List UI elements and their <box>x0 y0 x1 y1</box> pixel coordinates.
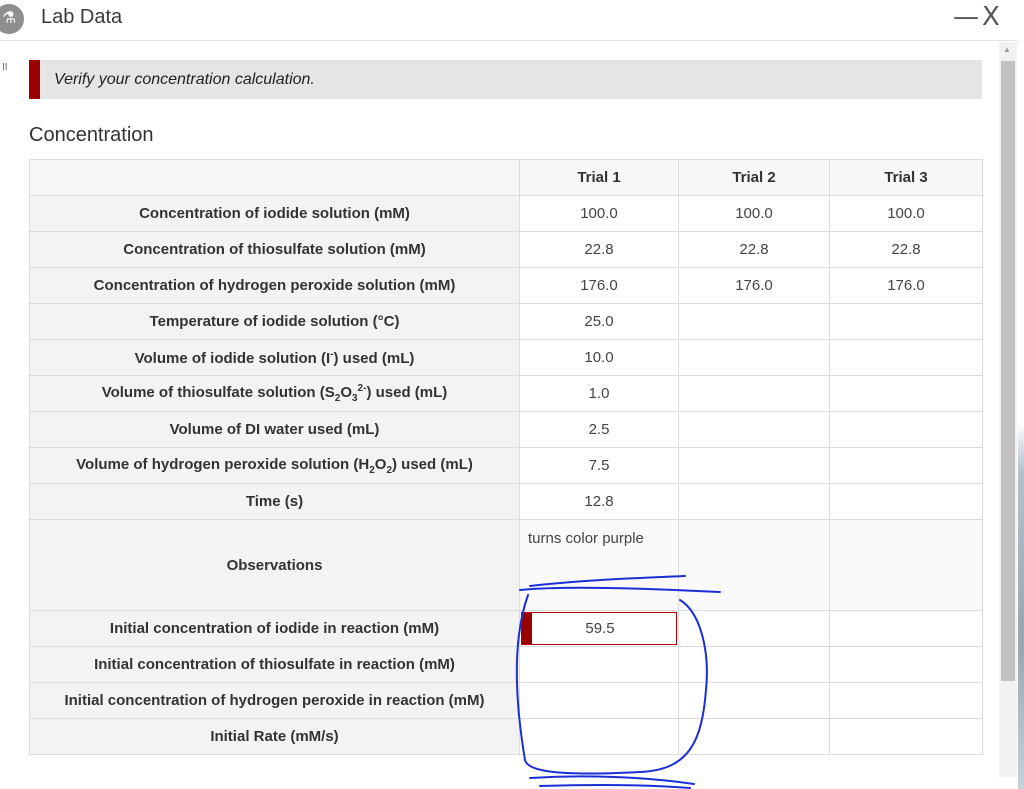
table-row: Observations turns color purple <box>29 519 983 611</box>
column-header: Trial 1 <box>519 159 679 196</box>
input-cell[interactable] <box>678 610 830 647</box>
answer-cell: 59.5 <box>519 610 679 647</box>
answer-value: 59.5 <box>585 620 615 637</box>
input-cell[interactable] <box>678 646 830 683</box>
close-button[interactable]: X <box>982 2 1000 32</box>
observations-textarea[interactable] <box>829 519 983 611</box>
lab-data-table: Trial 1 Trial 2 Trial 3 Concentration of… <box>29 159 983 755</box>
table-row: Volume of hydrogen peroxide solution (H2… <box>29 447 983 484</box>
row-label: Concentration of thiosulfate solution (m… <box>29 231 520 268</box>
table-row: Temperature of iodide solution (°C) 25.0 <box>29 303 983 340</box>
table-cell: 100.0 <box>519 195 679 232</box>
table-row: Concentration of thiosulfate solution (m… <box>29 231 983 268</box>
alert-banner: Verify your concentration calculation. <box>29 60 982 99</box>
column-header: Trial 3 <box>829 159 983 196</box>
table-cell: 22.8 <box>678 231 830 268</box>
observations-textarea[interactable]: turns color purple <box>519 519 679 611</box>
answer-input[interactable]: 59.5 <box>521 612 677 645</box>
input-cell[interactable] <box>678 411 830 448</box>
table-row: Concentration of iodide solution (mM) 10… <box>29 195 983 232</box>
table-cell: 7.5 <box>519 447 679 484</box>
table-row: Initial concentration of hydrogen peroxi… <box>29 682 983 719</box>
scroll-up-arrow-icon[interactable]: ▲ <box>1003 45 1011 54</box>
table-row: Initial concentration of thiosulfate in … <box>29 646 983 683</box>
observations-textarea[interactable] <box>678 519 830 611</box>
table-row: Concentration of hydrogen peroxide solut… <box>29 267 983 304</box>
row-label: Time (s) <box>29 483 520 520</box>
lab-data-window: ⚗ Lab Data — X II ▲ Verify your concentr… <box>0 0 1018 789</box>
input-cell[interactable] <box>678 303 830 340</box>
input-cell[interactable] <box>678 718 830 755</box>
row-label: Volume of iodide solution (I-) used (mL) <box>29 339 520 376</box>
header-empty <box>29 159 520 196</box>
table-row: Initial concentration of iodide in react… <box>29 610 983 647</box>
input-cell[interactable] <box>519 646 679 683</box>
input-cell[interactable] <box>678 682 830 719</box>
input-cell[interactable] <box>829 646 983 683</box>
input-cell[interactable] <box>829 411 983 448</box>
section-title: Concentration <box>29 124 154 146</box>
row-label: Temperature of iodide solution (°C) <box>29 303 520 340</box>
window-title: Lab Data <box>41 6 123 28</box>
table-cell: 100.0 <box>829 195 983 232</box>
input-cell[interactable] <box>829 303 983 340</box>
input-cell[interactable] <box>829 610 983 647</box>
minimize-button[interactable]: — <box>953 2 979 32</box>
table-cell: 2.5 <box>519 411 679 448</box>
table-cell: 10.0 <box>519 339 679 376</box>
table-cell: 100.0 <box>678 195 830 232</box>
column-header: Trial 2 <box>678 159 830 196</box>
alert-message: Verify your concentration calculation. <box>54 71 315 88</box>
title-bar: ⚗ Lab Data — X <box>0 0 1018 41</box>
table-cell: 22.8 <box>829 231 983 268</box>
input-cell[interactable] <box>829 375 983 412</box>
table-cell: 25.0 <box>519 303 679 340</box>
input-cell[interactable] <box>829 339 983 376</box>
input-cell[interactable] <box>678 375 830 412</box>
input-cell[interactable] <box>678 447 830 484</box>
alert-flag <box>29 60 40 99</box>
table-row: Initial Rate (mM/s) <box>29 718 983 755</box>
table-row: Time (s) 12.8 <box>29 483 983 520</box>
input-cell[interactable] <box>519 682 679 719</box>
input-cell[interactable] <box>519 718 679 755</box>
table-cell: 176.0 <box>678 267 830 304</box>
input-cell[interactable] <box>678 483 830 520</box>
table-cell: 176.0 <box>829 267 983 304</box>
table-cell: 1.0 <box>519 375 679 412</box>
table-cell: 176.0 <box>519 267 679 304</box>
row-label: Observations <box>29 519 520 611</box>
input-cell[interactable] <box>829 483 983 520</box>
row-label: Volume of thiosulfate solution (S2O32-) … <box>29 375 520 412</box>
row-label: Concentration of hydrogen peroxide solut… <box>29 267 520 304</box>
row-label: Initial Rate (mM/s) <box>29 718 520 755</box>
row-label: Initial concentration of iodide in react… <box>29 610 520 647</box>
row-label: Initial concentration of hydrogen peroxi… <box>29 682 520 719</box>
table-row: Volume of thiosulfate solution (S2O32-) … <box>29 375 983 412</box>
side-mark: II <box>2 62 8 73</box>
row-label: Concentration of iodide solution (mM) <box>29 195 520 232</box>
flask-icon: ⚗ <box>0 4 24 34</box>
row-label: Initial concentration of thiosulfate in … <box>29 646 520 683</box>
row-label: Volume of DI water used (mL) <box>29 411 520 448</box>
desktop-background-right <box>1018 42 1024 789</box>
table-row: Volume of iodide solution (I-) used (mL)… <box>29 339 983 376</box>
row-label: Volume of hydrogen peroxide solution (H2… <box>29 447 520 484</box>
input-cell[interactable] <box>829 447 983 484</box>
table-row: Volume of DI water used (mL) 2.5 <box>29 411 983 448</box>
table-cell: 22.8 <box>519 231 679 268</box>
main-content: Verify your concentration calculation. C… <box>29 60 983 755</box>
input-cell[interactable] <box>678 339 830 376</box>
table-header-row: Trial 1 Trial 2 Trial 3 <box>29 159 983 196</box>
input-cell[interactable] <box>829 682 983 719</box>
input-cell[interactable] <box>829 718 983 755</box>
scrollbar-thumb[interactable] <box>1001 61 1015 681</box>
table-cell: 12.8 <box>519 483 679 520</box>
